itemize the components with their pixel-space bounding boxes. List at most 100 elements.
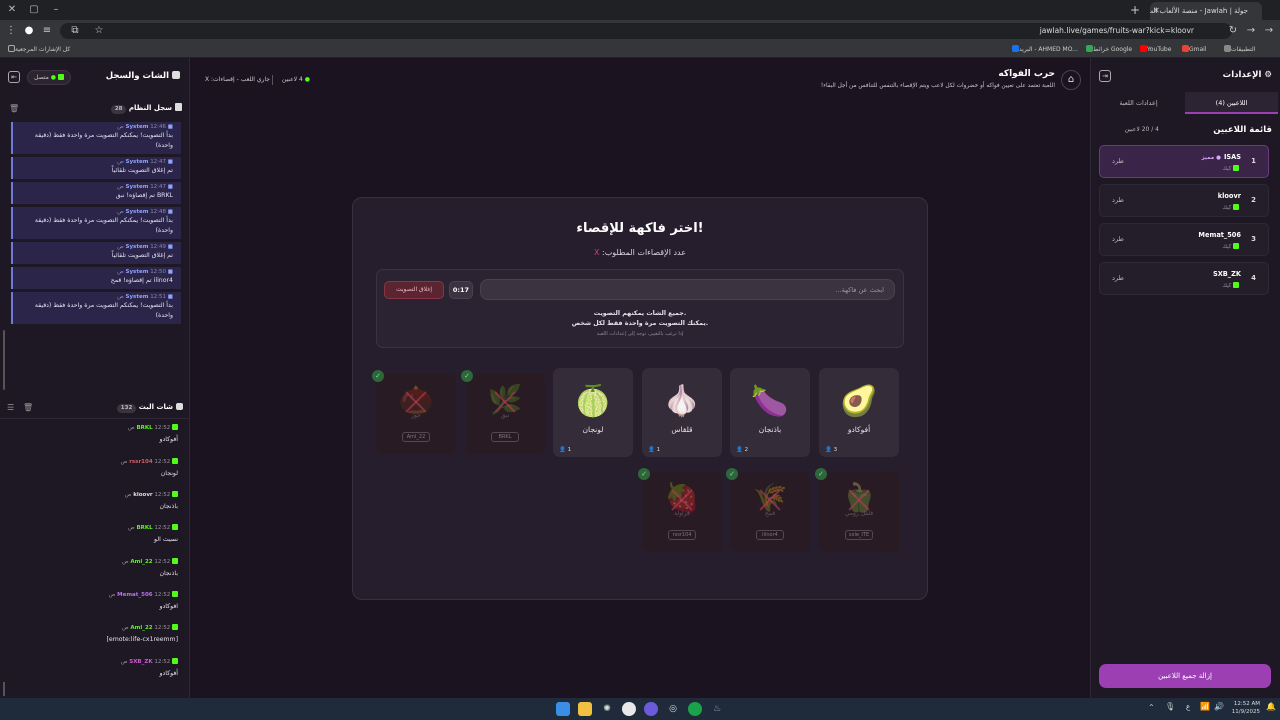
bookmark-apps[interactable]: التطبيقات: [1222, 45, 1255, 53]
windows-start-icon[interactable]: [556, 702, 570, 716]
tab-players[interactable]: اللاعبين (4): [1185, 92, 1278, 114]
system-message-text: ilinor4 تم إقصاؤه! قمح: [110, 277, 173, 284]
kick-icon: [1233, 243, 1239, 249]
close-window-icon[interactable]: ✕: [4, 2, 20, 18]
new-tab-icon[interactable]: +: [1128, 2, 1142, 18]
address-bar[interactable]: jawlah.live/games/fruits-war?kick=kloovr: [60, 23, 1232, 39]
player-row[interactable]: 3 Memat_506 كيك طرد: [1099, 223, 1269, 256]
menu-dots-icon[interactable]: ⋮: [4, 24, 18, 38]
tab-game-settings[interactable]: إعدادات اللعبة: [1092, 92, 1185, 114]
kick-player-button[interactable]: طرد: [1112, 157, 1124, 165]
player-name: kloovr: [1217, 192, 1241, 200]
trash-icon[interactable]: 🗑: [9, 104, 19, 113]
file-explorer-icon[interactable]: [578, 702, 592, 716]
trash-icon[interactable]: 🗑: [23, 403, 33, 412]
profile-icon[interactable]: ●: [22, 24, 36, 38]
vote-heading: اختر فاكهة للإقصاء!: [576, 221, 704, 236]
bookmark-gmail[interactable]: Gmail: [1180, 45, 1207, 53]
eliminated-fruit: ✓ 🫑 فلفل رومي sxle_ITE: [815, 468, 899, 552]
scrollbar[interactable]: [3, 330, 5, 390]
eliminated-fruit: ✓ 🌿 نبق BRKL: [461, 370, 545, 454]
clear-all-players-button[interactable]: إزالة جميع اللاعبين: [1099, 664, 1271, 688]
vote-note-2: يمكنك التصويت مرة واحدة فقط لكل شخص.: [571, 320, 709, 327]
chat-username[interactable]: Memat_506: [117, 592, 153, 598]
fruit-name: لونجان: [582, 425, 604, 434]
downloads-icon[interactable]: ⧉: [68, 24, 82, 38]
game-status: جاري اللعب - إقصاءات: X: [204, 76, 270, 83]
kick-icon: [1233, 282, 1239, 288]
extensions-icon[interactable]: ≡: [40, 24, 54, 38]
collapse-right-panel-icon[interactable]: ⇥: [1099, 70, 1111, 82]
system-message-meta: ■ System 12:48 ص: [117, 209, 173, 215]
chat-message: Aml_22 12:52 ص باذنجان: [8, 558, 178, 577]
scrollbar[interactable]: [3, 682, 5, 696]
discord-icon[interactable]: [644, 702, 658, 716]
system-message: ■ System 12:47 ص تم إغلاق التصويت تلقائيا…: [11, 157, 181, 179]
wifi-icon[interactable]: 📶: [1200, 702, 1210, 711]
chat-username[interactable]: BRKL: [136, 425, 152, 431]
player-row[interactable]: 2 kloovr كيك طرد: [1099, 184, 1269, 217]
player-row[interactable]: 1 ISAS● مميز كيك طرد: [1099, 145, 1269, 178]
game-description: اللعبة تعتمد على تعيين فواكه أو خضروات ل…: [820, 83, 1055, 89]
kick-player-button[interactable]: طرد: [1112, 196, 1124, 204]
reload-icon[interactable]: ↻: [1226, 24, 1240, 38]
microphone-icon[interactable]: 🎙: [1165, 702, 1175, 711]
xbox-icon[interactable]: [688, 702, 702, 716]
chat-username[interactable]: Aml_22: [130, 625, 152, 631]
kick-player-button[interactable]: طرد: [1112, 235, 1124, 243]
fruit-search-input[interactable]: ابحث عن فاكهة...: [480, 279, 895, 300]
bookmark-mail[interactable]: البريد - AHMED MO...: [1010, 45, 1078, 53]
home-button[interactable]: ⌂: [1061, 70, 1081, 90]
fruit-icon: 🥑: [840, 384, 878, 419]
filter-icon[interactable]: ☰: [7, 403, 14, 412]
fruit-option[interactable]: 🍆 باذنجان 👤 2: [730, 368, 810, 457]
chat-username[interactable]: Aml_22: [130, 559, 152, 565]
kick-player-button[interactable]: طرد: [1112, 274, 1124, 282]
tray-chevron-icon[interactable]: ⌃: [1148, 703, 1155, 712]
system-message-meta: ■ System 12:47 ص: [117, 184, 173, 190]
kick-icon: [172, 491, 178, 497]
github-icon[interactable]: ◎: [666, 702, 680, 716]
chat-username[interactable]: SXB_ZK: [129, 659, 152, 665]
chat-username[interactable]: BRKL: [136, 525, 152, 531]
volume-icon[interactable]: 🔊: [1214, 702, 1224, 711]
player-row[interactable]: 4 SXB_ZK كيك طرد: [1099, 262, 1269, 295]
chat-message: SXB_ZK 12:52 ص أفوكادو: [8, 658, 178, 677]
chat-message-text: باذنجان: [159, 503, 178, 510]
notifications-icon[interactable]: 🔔: [1266, 702, 1276, 711]
minimize-window-icon[interactable]: –: [48, 2, 64, 18]
language-indicator[interactable]: ع: [1186, 703, 1190, 711]
back-icon[interactable]: →: [1262, 24, 1276, 38]
chat-username[interactable]: kloovr: [133, 492, 152, 498]
bookmark-youtube[interactable]: YouTube: [1138, 45, 1171, 53]
kick-icon: [57, 74, 64, 80]
fruit-option[interactable]: 🧄 قلقاس 👤 1: [642, 368, 722, 457]
fruit-name: فراولة: [674, 510, 690, 517]
outlook-icon: [1012, 45, 1019, 52]
forward-icon[interactable]: →: [1244, 24, 1258, 38]
collapse-panel-icon[interactable]: ⇤: [8, 71, 20, 83]
checkmark-icon: ✓: [815, 468, 827, 480]
bookmark-star-icon[interactable]: ☆: [92, 24, 106, 38]
steam-icon[interactable]: ♨: [710, 702, 724, 716]
user-icon: 👤: [736, 447, 743, 453]
close-vote-button[interactable]: إغلاق التصويت: [384, 281, 444, 299]
player-number: 1: [1251, 157, 1256, 165]
bookmark-maps[interactable]: خرائط Google: [1084, 45, 1132, 53]
steelseries-icon[interactable]: ✺: [600, 702, 614, 716]
online-dot-icon: ●: [304, 76, 310, 83]
fruit-option[interactable]: 🥑 أفوكادو 👤 3: [819, 368, 899, 457]
browser-tab[interactable]: ✕ جولة | Jawlah - منصة الألعاب الت...: [1150, 2, 1262, 20]
fruit-option[interactable]: 🍈 لونجان 👤 1: [553, 368, 633, 457]
system-icon: ■: [167, 124, 173, 130]
fruit-name: قمح: [764, 510, 776, 517]
restore-window-icon[interactable]: ▢: [26, 2, 42, 18]
close-tab-icon[interactable]: ✕: [1153, 2, 1160, 20]
connection-status: ● متصل: [27, 70, 71, 85]
chrome-icon[interactable]: [622, 702, 636, 716]
clock[interactable]: 12:52 AM 11/9/2025: [1228, 700, 1260, 716]
bookmark-all[interactable]: كل الإشارات المرجعية: [6, 45, 70, 53]
chat-username[interactable]: rssr104: [129, 459, 152, 465]
system-message-text: تم إغلاق التصويت تلقائياً: [111, 252, 173, 259]
system-icon: ■: [167, 294, 173, 300]
